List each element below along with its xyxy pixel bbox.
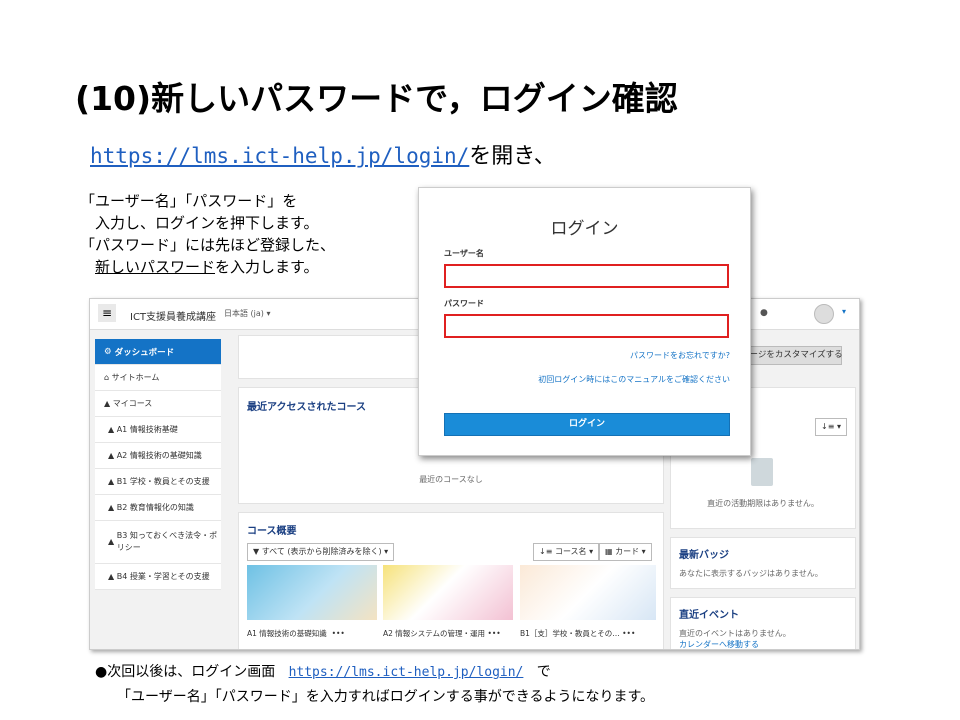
instruction-line-1: 「ユーザー名」「パスワード」を: [80, 192, 298, 210]
sidebar-item-course-a2[interactable]: ▲ A2 情報技術の基礎知識: [95, 443, 221, 469]
password-label: パスワード: [444, 299, 484, 308]
username-field[interactable]: [444, 264, 729, 288]
instruction-line-4-rest: を入力します。: [215, 258, 319, 276]
course-card-title: A2 情報システムの管理・運用: [383, 629, 486, 638]
course-card-image: [383, 565, 513, 620]
sidebar-item-label: A2 情報技術の基礎知識: [116, 451, 202, 460]
user-menu-caret-icon[interactable]: ▾: [842, 307, 846, 316]
badges-title: 最新バッジ: [679, 550, 729, 561]
sidebar-item-label: マイコース: [112, 399, 153, 408]
card-menu-icon[interactable]: •••: [622, 629, 635, 638]
sidebar-item-label: ダッシュボード: [114, 347, 175, 358]
timeline-sort-dropdown[interactable]: ↓≡ ▾: [815, 418, 847, 436]
graduation-cap-icon: ▲: [108, 477, 117, 486]
sidebar-item-dashboard[interactable]: ⚙ ダッシュボード: [95, 339, 221, 365]
sidebar-item-course-b1[interactable]: ▲ B1 学校・教員とその支援: [95, 469, 221, 495]
footer-login-url-link[interactable]: https://lms.ict-help.jp/login/: [289, 665, 524, 680]
slide-title: (10)新しいパスワードで，ログイン確認: [75, 79, 678, 118]
new-password-emphasis: 新しいパスワード: [95, 258, 216, 276]
course-card-title: B1［支］学校・教員とその…: [520, 629, 620, 638]
course-card[interactable]: A2 情報システムの管理・運用 •••: [383, 565, 513, 639]
badges-empty: あなたに表示するバッジはありません。: [679, 569, 823, 578]
events-title: 直近イベント: [679, 610, 739, 621]
site-name[interactable]: ICT支援員養成講座: [130, 308, 216, 323]
go-to-calendar-link[interactable]: カレンダーへ移動する: [679, 639, 759, 649]
footer-suffix: で: [536, 664, 551, 680]
timeline-empty: 直近の活動期限はありません。: [707, 499, 819, 508]
instruction-line-3: 「パスワード」には先ほど登録した、: [80, 236, 336, 254]
message-icon[interactable]: ●: [760, 308, 768, 318]
sidebar-item-label: B1 学校・教員とその支援: [116, 477, 210, 486]
graduation-cap-icon: ▲: [108, 503, 117, 512]
login-dialog: ログイン ユーザー名 パスワード パスワードをお忘れですか? 初回ログイン時には…: [418, 187, 751, 456]
customize-page-button[interactable]: ページをカスタマイズする: [740, 346, 843, 365]
empty-timeline-icon: [751, 458, 773, 486]
events-empty: 直近のイベントはありません。: [679, 629, 791, 638]
instruction-line-2: 入力し、ログインを押下します。: [95, 214, 319, 232]
recent-courses-title: 最近アクセスされたコース: [247, 402, 366, 413]
course-card[interactable]: B1［支］学校・教員とその… •••: [520, 565, 656, 639]
login-url-link[interactable]: https://lms.ict-help.jp/login/: [90, 144, 469, 168]
login-button[interactable]: ログイン: [444, 413, 730, 436]
footer-line-1: ●次回以後は、ログイン画面 https://lms.ict-help.jp/lo…: [95, 660, 654, 685]
sidebar-item-course-b3[interactable]: ▲ B3 知っておくべき法令・ポリシー: [95, 521, 221, 564]
badges-panel: 最新バッジ あなたに表示するバッジはありません。: [670, 537, 856, 589]
events-panel: 直近イベント 直近のイベントはありません。 カレンダーへ移動する: [670, 597, 856, 649]
login-title: ログイン: [550, 219, 619, 239]
dashboard-icon: ⚙: [104, 346, 115, 357]
graduation-cap-icon: ▲: [108, 451, 117, 460]
sidebar-item-label: B2 教育情報化の知識: [116, 503, 194, 512]
sidebar-item-site-home[interactable]: ⌂ サイトホーム: [95, 365, 221, 391]
course-card-label: A2 情報システムの管理・運用 •••: [383, 628, 513, 639]
graduation-cap-icon: ▲: [108, 425, 117, 434]
recent-courses-empty: 最近のコースなし: [419, 475, 483, 484]
home-icon: ⌂: [104, 373, 112, 382]
url-instruction: https://lms.ict-help.jp/login/を開き、: [90, 138, 556, 170]
user-avatar[interactable]: [814, 304, 834, 324]
instruction-line-4: 新しいパスワードを入力します。: [80, 256, 335, 278]
course-card-label: B1［支］学校・教員とその… •••: [520, 628, 656, 639]
language-menu[interactable]: 日本語 (ja) ▾: [224, 308, 270, 319]
course-view-dropdown[interactable]: ▦ カード ▾: [599, 543, 652, 561]
sidebar-item-my-courses[interactable]: ▲ マイコース: [95, 391, 221, 417]
card-menu-icon[interactable]: •••: [332, 629, 345, 638]
course-overview-title: コース概要: [247, 526, 297, 537]
sidebar-item-course-b4[interactable]: ▲ B4 授業・学習とその支援: [95, 564, 221, 590]
course-overview-panel: コース概要 ▼ すべて (表示から削除済みを除く) ▾ ↓≡ コース名 ▾ ▦ …: [238, 512, 664, 649]
course-card-title: A1 情報技術の基礎知識: [247, 629, 327, 638]
course-card[interactable]: A1 情報技術の基礎知識 •••: [247, 565, 377, 639]
course-card-image: [247, 565, 377, 620]
sidebar-item-course-b2[interactable]: ▲ B2 教育情報化の知識: [95, 495, 221, 521]
url-suffix: を開き、: [469, 144, 556, 169]
course-card-image: [520, 565, 656, 620]
instructions-text: 「ユーザー名」「パスワード」を 入力し、ログインを押下します。 「パスワード」に…: [80, 190, 335, 278]
sidebar-item-label: サイトホーム: [111, 373, 160, 382]
lms-sidebar: ⚙ ダッシュボード ⌂ サイトホーム ▲ マイコース ▲ A1 情報技術基礎 ▲…: [95, 339, 221, 590]
graduation-cap-icon: ▲: [108, 537, 117, 546]
graduation-cap-icon: ▲: [104, 399, 113, 408]
footer-prefix: ●次回以後は、ログイン画面: [95, 664, 276, 680]
footer-line-2: 「ユーザー名」「パスワード」を入力すればログインする事ができるようになります。: [117, 689, 655, 705]
hamburger-icon[interactable]: ≡: [98, 304, 116, 322]
card-menu-icon[interactable]: •••: [487, 629, 500, 638]
course-filter-dropdown[interactable]: ▼ すべて (表示から削除済みを除く) ▾: [247, 543, 395, 561]
first-login-manual-link[interactable]: 初回ログイン時にはこのマニュアルをご確認ください: [538, 374, 730, 385]
username-label: ユーザー名: [444, 249, 484, 258]
graduation-cap-icon: ▲: [108, 572, 117, 581]
course-card-label: A1 情報技術の基礎知識 •••: [247, 628, 377, 639]
footer-note: ●次回以後は、ログイン画面 https://lms.ict-help.jp/lo…: [95, 660, 654, 709]
sidebar-item-label: A1 情報技術基礎: [116, 425, 178, 434]
sidebar-item-course-a1[interactable]: ▲ A1 情報技術基礎: [95, 417, 221, 443]
sidebar-item-label: B4 授業・学習とその支援: [116, 572, 210, 581]
password-field[interactable]: [444, 314, 729, 338]
sidebar-item-label: B3 知っておくべき法令・ポリシー: [116, 531, 218, 552]
forgot-password-link[interactable]: パスワードをお忘れですか?: [630, 350, 730, 361]
course-sort-dropdown[interactable]: ↓≡ コース名 ▾: [533, 543, 600, 561]
